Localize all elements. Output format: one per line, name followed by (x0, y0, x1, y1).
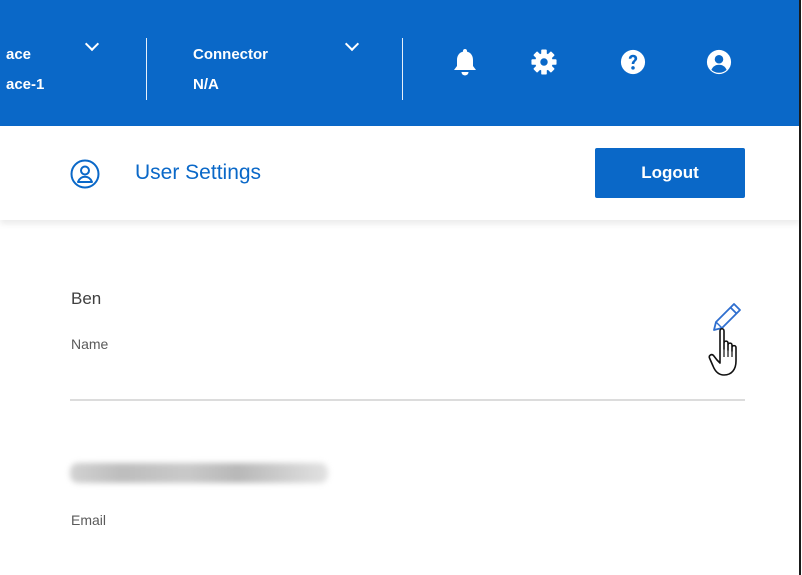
user-icon[interactable] (706, 48, 732, 76)
bell-icon[interactable] (452, 48, 478, 76)
page-header: User Settings Logout (0, 126, 799, 220)
top-bar: ace ace-1 Connector N/A (0, 0, 799, 126)
field-divider (70, 399, 745, 401)
connector-value: N/A (193, 76, 219, 93)
name-label: Name (71, 336, 109, 352)
email-value-redacted (70, 463, 328, 483)
gear-icon[interactable] (531, 48, 557, 76)
connector-label: Connector (193, 46, 268, 63)
help-icon[interactable] (620, 48, 646, 76)
connector-chevron-down-icon[interactable] (344, 36, 360, 52)
workspace-label: ace (6, 46, 32, 63)
page-title: User Settings (135, 161, 262, 184)
name-value: Ben (71, 289, 102, 308)
app-frame: ace ace-1 Connector N/A User Settings Lo… (0, 0, 801, 575)
topbar-divider (402, 38, 403, 100)
workspace-chevron-down-icon[interactable] (84, 36, 100, 52)
workspace-value: ace-1 (6, 76, 45, 93)
hand-cursor-icon (708, 327, 737, 376)
email-label: Email (71, 512, 107, 528)
topbar-divider (146, 38, 147, 100)
logout-button[interactable]: Logout (595, 148, 745, 198)
user-settings-icon (70, 159, 100, 189)
